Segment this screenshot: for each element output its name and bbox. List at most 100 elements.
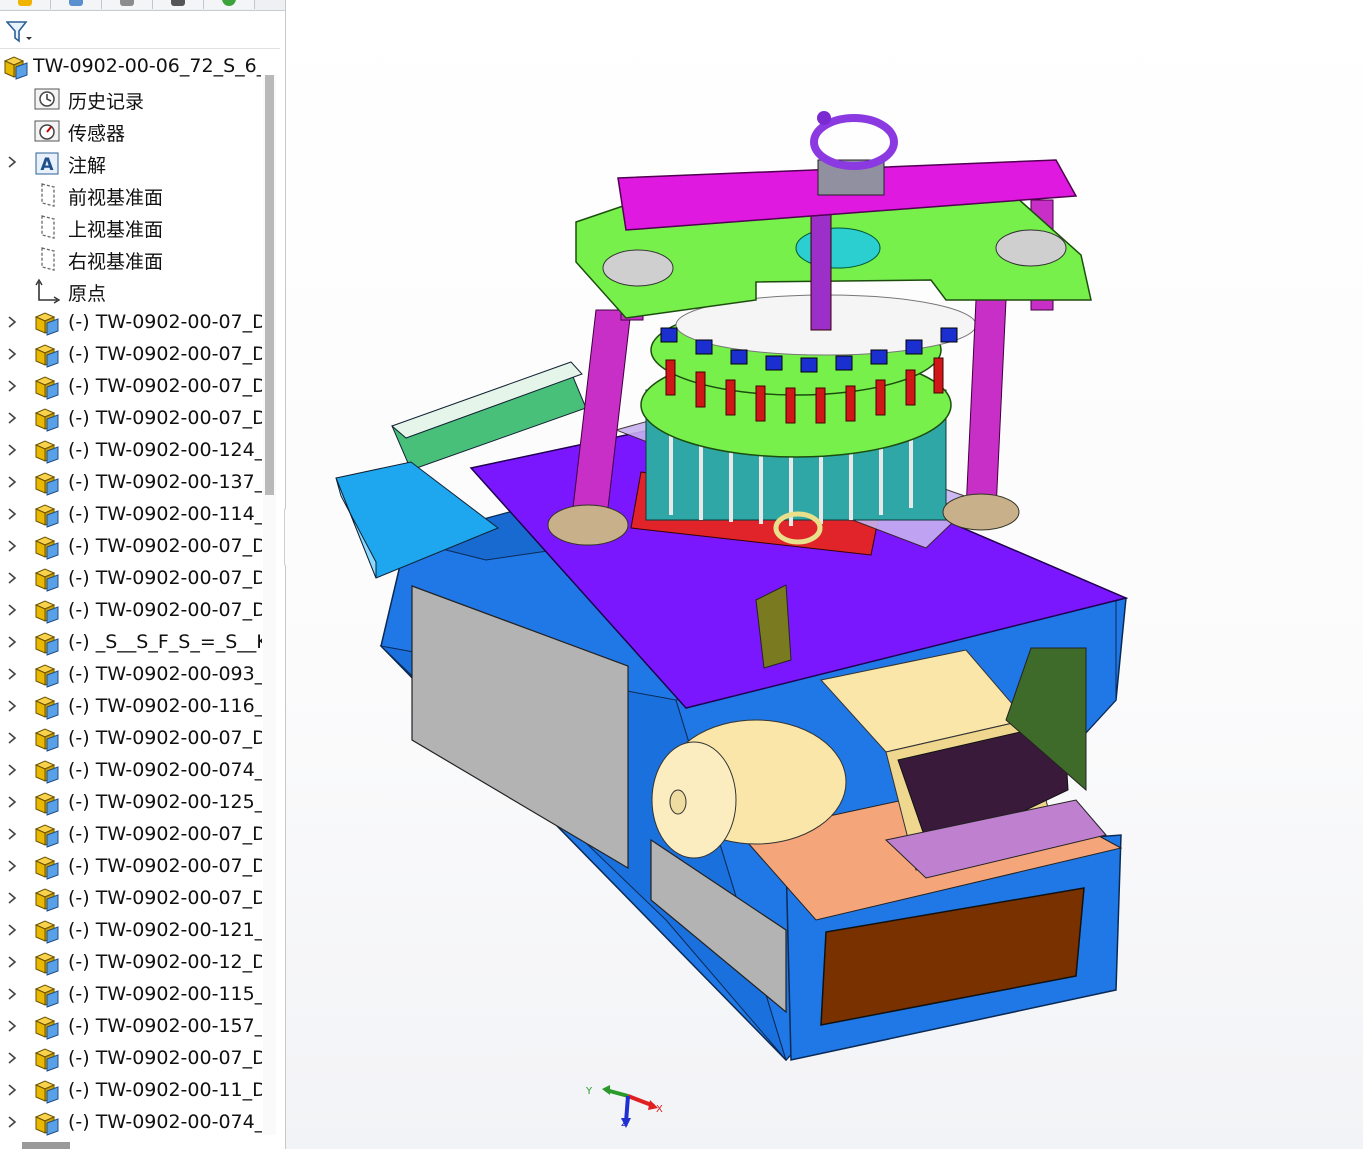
tree-item-label: (-) TW-0902-00-093_I <box>68 663 262 685</box>
configuration-manager-tab[interactable] <box>102 0 153 9</box>
tree-item-label: (-) TW-0902-00-07_D <box>68 823 262 845</box>
expand-arrow-icon[interactable] <box>6 346 18 360</box>
expand-arrow-icon[interactable] <box>6 1050 18 1064</box>
expand-arrow-icon[interactable] <box>6 314 18 328</box>
expand-arrow-icon[interactable] <box>6 730 18 744</box>
display-manager-tab[interactable] <box>204 0 255 9</box>
tree-item-label: (-) TW-0902-00-157_I <box>68 1015 262 1037</box>
expand-arrow-icon[interactable] <box>6 794 18 808</box>
tree-item-component[interactable]: (-) TW-0902-00-07_D <box>0 370 262 402</box>
handwheel-top <box>810 114 898 170</box>
tree-item-fixed[interactable]: 历史记录 <box>0 82 262 114</box>
tree-item-fixed[interactable]: 右视基准面 <box>0 242 262 274</box>
tree-item-component[interactable]: (-) TW-0902-00-125_I <box>0 786 262 818</box>
tree-item-component[interactable]: (-) TW-0902-00-116_I <box>0 690 262 722</box>
expand-arrow-icon[interactable] <box>6 666 18 680</box>
tree-item-component[interactable]: (-) TW-0902-00-07_D <box>0 306 262 338</box>
tree-item-component[interactable]: (-) TW-0902-00-07_D <box>0 402 262 434</box>
expand-arrow-icon[interactable] <box>6 378 18 392</box>
tree-item-label: (-) TW-0902-00-137_I <box>68 471 262 493</box>
tree-item-fixed[interactable]: 前视基准面 <box>0 178 262 210</box>
expand-arrow-icon[interactable] <box>6 1114 18 1128</box>
dimxpert-tab[interactable] <box>153 0 204 9</box>
green-frame-boss-left <box>602 249 674 287</box>
expand-arrow-icon[interactable] <box>6 602 18 616</box>
tree-item-component[interactable]: (-) TW-0902-00-124_I <box>0 434 262 466</box>
tree-item-fixed[interactable]: 上视基准面 <box>0 210 262 242</box>
triad-y-label: Y <box>586 1086 593 1097</box>
expand-arrow-icon[interactable] <box>6 506 18 520</box>
tree-item-label: 传感器 <box>68 123 126 145</box>
tree-item-component[interactable]: (-) TW-0902-00-07_D <box>0 1042 262 1074</box>
tree-item-component[interactable]: (-) _S__S_F_S_=_S__K6 <box>0 626 262 658</box>
tree-item-label: (-) TW-0902-00-07_D <box>68 311 262 333</box>
tree-item-component[interactable]: (-) TW-0902-00-07_D <box>0 338 262 370</box>
tree-item-component[interactable]: (-) TW-0902-00-114_I <box>0 498 262 530</box>
sensor-icon <box>33 118 61 144</box>
property-manager-tab[interactable] <box>51 0 102 9</box>
part-icon <box>33 598 61 624</box>
tree-item-component[interactable]: (-) TW-0902-00-07_D <box>0 818 262 850</box>
tree-item-component[interactable]: (-) TW-0902-00-11_D <box>0 1074 262 1106</box>
svg-text:A: A <box>40 155 54 175</box>
assembly-icon <box>2 54 30 80</box>
expand-arrow-icon[interactable] <box>6 1018 18 1032</box>
tree-item-component[interactable]: (-) TW-0902-00-07_D <box>0 562 262 594</box>
panel-tab-bar <box>0 0 285 11</box>
expand-arrow-icon[interactable] <box>6 410 18 424</box>
green-frame-boss-right <box>995 229 1067 267</box>
tree-item-label: (-) TW-0902-00-07_D <box>68 1047 262 1069</box>
tree-item-component[interactable]: (-) TW-0902-00-115_I <box>0 978 262 1010</box>
tree-item-component[interactable]: (-) TW-0902-00-093_I <box>0 658 262 690</box>
tree-item-label: (-) TW-0902-00-07_D <box>68 567 262 589</box>
expand-arrow-icon[interactable] <box>6 890 18 904</box>
expand-arrow-icon[interactable] <box>6 858 18 872</box>
part-icon <box>33 1078 61 1104</box>
expand-arrow-icon[interactable] <box>6 762 18 776</box>
tree-item-component[interactable]: (-) TW-0902-00-07_D <box>0 594 262 626</box>
tree-item-component[interactable]: (-) TW-0902-00-157_I <box>0 1010 262 1042</box>
expand-arrow-icon[interactable] <box>6 954 18 968</box>
tree-item-label: (-) TW-0902-00-07_D <box>68 855 262 877</box>
tree-item-label: (-) TW-0902-00-074_ <box>68 1111 262 1133</box>
tree-item-label: 右视基准面 <box>68 251 164 273</box>
part-icon <box>33 1014 61 1040</box>
graphics-viewport[interactable]: Y X Z <box>286 0 1363 1149</box>
tree-item-label: 上视基准面 <box>68 219 164 241</box>
expand-arrow-icon[interactable] <box>6 1082 18 1096</box>
axis-triad: Y X Z <box>584 1078 674 1133</box>
expand-arrow-icon[interactable] <box>6 826 18 840</box>
expand-arrow-icon[interactable] <box>6 922 18 936</box>
tree-scrollbar[interactable] <box>263 75 276 1135</box>
expand-arrow-icon[interactable] <box>6 698 18 712</box>
tree-item-component[interactable]: (-) TW-0902-00-121_I <box>0 914 262 946</box>
expand-arrow-icon[interactable] <box>6 154 18 168</box>
tree-item-component[interactable]: (-) TW-0902-00-07_D <box>0 722 262 754</box>
expand-arrow-icon[interactable] <box>6 570 18 584</box>
part-icon <box>33 886 61 912</box>
filter-icon[interactable] <box>6 20 32 44</box>
tree-item-component[interactable]: (-) TW-0902-00-07_D <box>0 882 262 914</box>
expand-arrow-icon[interactable] <box>6 442 18 456</box>
machine-model-3d[interactable] <box>286 0 1363 1149</box>
expand-arrow-icon[interactable] <box>6 634 18 648</box>
tree-item-component[interactable]: (-) TW-0902-00-137_I <box>0 466 262 498</box>
tree-item-component[interactable]: (-) TW-0902-00-07_D <box>0 530 262 562</box>
tree-item-fixed[interactable]: A 注解 <box>0 146 262 178</box>
motor-shaft <box>669 789 687 815</box>
tree-item-component[interactable]: (-) TW-0902-00-074_ <box>0 754 262 786</box>
expand-arrow-icon[interactable] <box>6 986 18 1000</box>
tree-root-assembly[interactable]: TW-0902-00-06_72_S_6_S <box>0 50 262 82</box>
tree-item-component[interactable]: (-) TW-0902-00-12_D <box>0 946 262 978</box>
scrollbar-thumb[interactable] <box>265 75 274 495</box>
part-icon <box>33 566 61 592</box>
tree-item-label: (-) TW-0902-00-07_D <box>68 407 262 429</box>
expand-arrow-icon[interactable] <box>6 474 18 488</box>
expand-arrow-icon[interactable] <box>6 538 18 552</box>
feature-manager-tab[interactable] <box>0 0 51 9</box>
tree-item-fixed[interactable]: 传感器 <box>0 114 262 146</box>
tree-item-fixed[interactable]: 原点 <box>0 274 262 306</box>
horizontal-scrollbar-thumb[interactable] <box>22 1142 70 1149</box>
tree-item-component[interactable]: (-) TW-0902-00-074_ <box>0 1106 262 1138</box>
tree-item-component[interactable]: (-) TW-0902-00-07_D <box>0 850 262 882</box>
